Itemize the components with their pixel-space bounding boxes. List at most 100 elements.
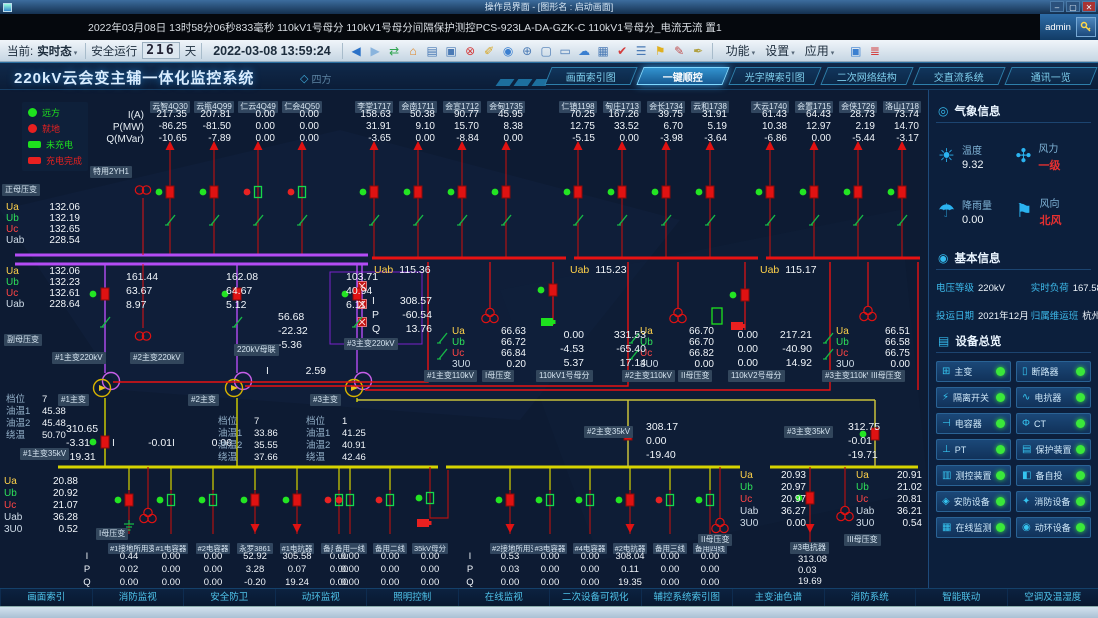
check-icon[interactable]: ✔	[614, 42, 631, 59]
tag-35-pt3[interactable]: III母压变	[844, 534, 881, 546]
fit-screen-icon[interactable]: ▢	[538, 42, 555, 59]
monitor-icon[interactable]: ▭	[557, 42, 574, 59]
close-red-icon[interactable]: ⊗	[462, 42, 479, 59]
masthead-nav-button[interactable]: 通讯一览	[1004, 67, 1097, 85]
tag-transformer-1[interactable]: #1主变	[58, 394, 89, 406]
masthead-nav-button[interactable]: 二次网络结构	[820, 67, 913, 85]
tag-t1-220kv[interactable]: #1主变220kV	[52, 352, 106, 364]
tag-110-pt2[interactable]: II母压变	[678, 370, 712, 382]
device-status-button[interactable]: ⊞ 主变	[936, 361, 1011, 382]
device-status-button[interactable]: ◧ 备自投	[1016, 465, 1091, 486]
alarm-list-icon[interactable]: ≣	[866, 42, 883, 59]
panel-icon[interactable]: ▣	[847, 42, 864, 59]
tag-t3-220kv[interactable]: #3主变220kV	[344, 338, 398, 350]
bottom-nav-item[interactable]: 二次设备可视化	[549, 589, 641, 606]
device-status-button[interactable]: ◉ 动环设备	[1016, 517, 1091, 538]
bottom-nav-item[interactable]: 画面索引	[0, 589, 92, 606]
close-button[interactable]: ✕	[1082, 1, 1096, 12]
tag-t2-220kv[interactable]: #2主变220kV	[130, 352, 184, 364]
bottom-nav-item[interactable]: 辅控系统索引图	[641, 589, 733, 606]
masthead-nav-button[interactable]: 交直流系统	[912, 67, 1005, 85]
bottom-nav-item[interactable]: 主变油色谱	[732, 589, 824, 606]
tag-220kv-bustie[interactable]: 220kV母联	[234, 344, 279, 356]
bus110-2-voltages: Ua66.70Ub66.70Uc66.823U00.00	[640, 326, 714, 370]
device-status-button[interactable]: Φ CT	[1016, 413, 1091, 434]
mode-label: 当前:	[7, 43, 33, 59]
minimize-button[interactable]: –	[1050, 1, 1064, 12]
legend-item: 未充电	[28, 138, 82, 151]
login-key-button[interactable]	[1076, 17, 1096, 37]
logged-in-user[interactable]: admin	[1040, 22, 1076, 33]
zoom-icon[interactable]: ⊕	[519, 42, 536, 59]
tag-t2-110kv[interactable]: #2主变110kV	[622, 370, 675, 382]
t1-110-ipq: I308.57P-60.54Q13.76	[372, 294, 432, 336]
masthead-nav-button[interactable]: 一键顺控	[636, 67, 729, 85]
device-status-button[interactable]: ⊥ PT	[936, 439, 1011, 460]
device-status-button[interactable]: ▯ 断路器	[1016, 361, 1091, 382]
tag-main-bus-pt[interactable]: 正母压变	[2, 184, 40, 196]
status-dot	[1076, 393, 1085, 402]
tag-t1-110kv[interactable]: #1主变110kV	[424, 370, 477, 382]
signature-icon[interactable]: ✒	[690, 42, 707, 59]
device-status-button[interactable]: ∿ 电抗器	[1016, 387, 1091, 408]
weather-item: ☂ 降雨量0.00	[936, 184, 1014, 239]
cloud-icon[interactable]: ☁	[576, 42, 593, 59]
device-status-button[interactable]: ⚡ 隔离开关	[936, 387, 1011, 408]
tag-reactor-3[interactable]: #3电抗器	[790, 542, 829, 554]
bay-column: #2电容器0.000.000.00	[192, 538, 234, 588]
bottom-nav-item[interactable]: 消防系统	[824, 589, 916, 606]
report-icon[interactable]: ▦	[595, 42, 612, 59]
masthead-nav-button[interactable]: 光字牌索引图	[728, 67, 821, 85]
environment-icon: ◉	[1022, 522, 1031, 533]
tag-transformer-3[interactable]: #3主变	[310, 394, 341, 406]
auto-transfer-icon: ◧	[1022, 470, 1031, 481]
pen-icon[interactable]: ✎	[671, 42, 688, 59]
tag-110-busfen2[interactable]: 110kV2号母分	[728, 370, 785, 382]
maximize-button[interactable]: ▢	[1066, 1, 1080, 12]
tag-35-pt1[interactable]: I母压变	[96, 528, 128, 540]
forward-icon[interactable]: ▶	[367, 42, 384, 59]
speaker-icon[interactable]: ◉	[500, 42, 517, 59]
feeder-group-110kv-1: 李堂1717158.6331.91-3.65会南171150.389.100.0…	[352, 96, 528, 145]
tag-t2-35kv[interactable]: #2主变35kV	[584, 426, 633, 438]
tag-110-pt3[interactable]: III母压变	[868, 370, 905, 382]
bottom-nav-item[interactable]: 智能联动	[915, 589, 1007, 606]
layout-grid-icon[interactable]: ▤	[424, 42, 441, 59]
masthead-nav-button[interactable]: 画面索引图	[544, 67, 637, 85]
back-icon[interactable]: ◀	[348, 42, 365, 59]
mode-selector[interactable]: 当前: 实时态	[4, 43, 80, 59]
legend-swatch	[28, 141, 41, 148]
tag-aux-bus-pt[interactable]: 副母压变	[4, 334, 42, 346]
device-status-button[interactable]: ▦ 在线监测	[936, 517, 1011, 538]
device-status-button[interactable]: ✦ 消防设备	[1016, 491, 1091, 512]
tag-110-pt1[interactable]: I母压变	[482, 370, 514, 382]
menu-item[interactable]: 应用	[805, 42, 835, 59]
flag-icon[interactable]: ⚑	[652, 42, 669, 59]
tag-110-busfen1[interactable]: 110kV1号母分	[536, 370, 593, 382]
tag-t1-35kv[interactable]: #1主变35kV	[20, 448, 69, 460]
menu-item[interactable]: 功能	[726, 42, 756, 59]
decor-chevrons	[498, 79, 548, 86]
brush-icon[interactable]: ✐	[481, 42, 498, 59]
tag-transformer-2[interactable]: #2主变	[188, 394, 219, 406]
bottom-nav-item[interactable]: 空调及温湿度	[1007, 589, 1098, 606]
device-status-button[interactable]: ◈ 安防设备	[936, 491, 1011, 512]
bottom-nav-item[interactable]: 消防监视	[92, 589, 184, 606]
bottom-nav-item[interactable]: 照明控制	[366, 589, 458, 606]
home-icon[interactable]: ⌂	[405, 42, 422, 59]
device-status-button[interactable]: ▤ 保护装置	[1016, 439, 1091, 460]
tag-t3-35kv[interactable]: #3主变35kV	[784, 426, 833, 438]
refresh-icon[interactable]: ⇄	[386, 42, 403, 59]
bottom-nav-item[interactable]: 在线监视	[458, 589, 550, 606]
device-status-button[interactable]: ▥ 测控装置	[936, 465, 1011, 486]
measure-control-icon: ▥	[942, 470, 951, 481]
bus110-3-voltages: Ua66.51Ub66.58Uc66.753U00.00	[836, 326, 910, 370]
bottom-nav-item[interactable]: 动环监视	[275, 589, 367, 606]
menu-item[interactable]: 设置	[765, 42, 795, 59]
tag-spare-2yh1[interactable]: 特用2YH1	[90, 166, 132, 178]
device-status-button[interactable]: ⊣ 电容器	[936, 413, 1011, 434]
calendar-icon[interactable]: ☰	[633, 42, 650, 59]
tag-35-pt2[interactable]: II母压变	[698, 534, 732, 546]
bottom-nav-item[interactable]: 安全防卫	[183, 589, 275, 606]
window-icon[interactable]: ▣	[443, 42, 460, 59]
